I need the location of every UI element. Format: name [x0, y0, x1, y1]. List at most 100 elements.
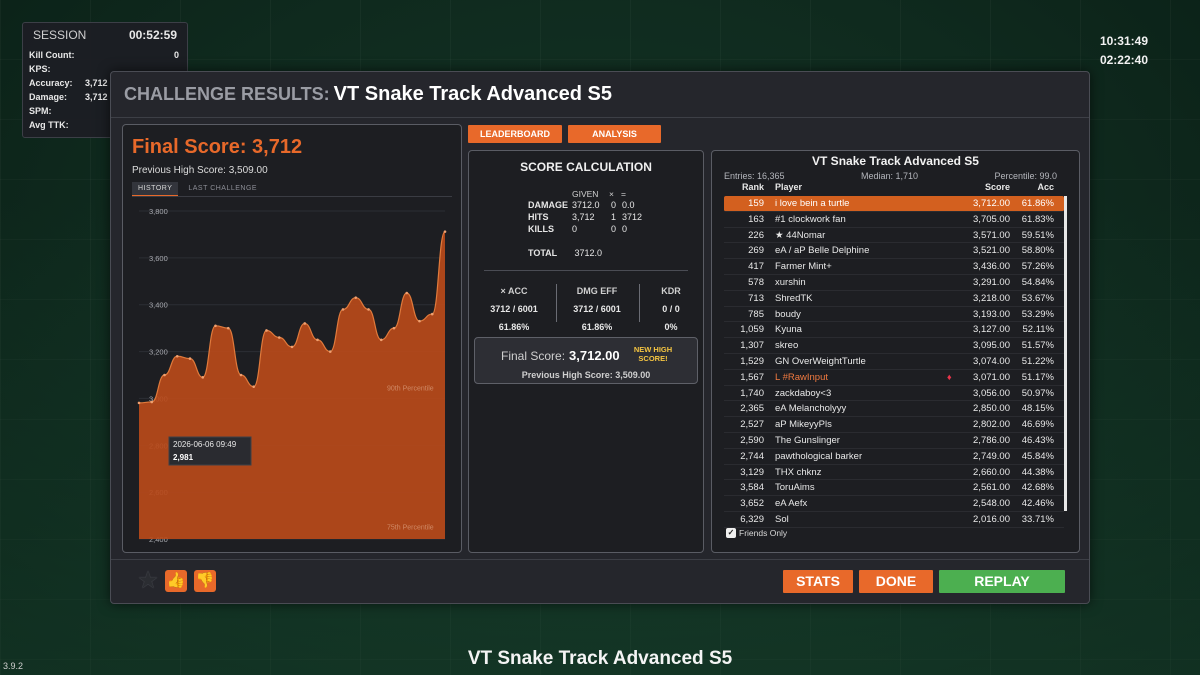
- acc-cell: 59.51%: [1021, 229, 1054, 241]
- leaderboard-row[interactable]: 226 ★ 44Nomar 3,571.00 59.51%: [724, 228, 1064, 244]
- session-stat-label: Damage:: [29, 92, 68, 102]
- tab-last-challenge[interactable]: LAST CHALLENGE: [182, 182, 263, 197]
- score-cell: 3,218.00: [973, 292, 1010, 304]
- leaderboard-row[interactable]: 417 Farmer Mint+ 3,436.00 57.26%: [724, 259, 1064, 275]
- leaderboard-row[interactable]: 2,527 aP MikeyyPls 2,802.00 46.69%: [724, 417, 1064, 433]
- leaderboard-row[interactable]: 1,307 skreo 3,095.00 51.57%: [724, 338, 1064, 354]
- leaderboard-row[interactable]: 2,744 pawthological barker 2,749.00 45.84%: [724, 449, 1064, 465]
- replay-button[interactable]: REPLAY: [939, 570, 1065, 593]
- score-cell: 3,095.00: [973, 340, 1010, 352]
- player-cell: eA Aefx: [775, 498, 808, 510]
- session-stat-label: Avg TTK:: [29, 120, 69, 130]
- leaderboard-row[interactable]: 2,365 eA Melancholyyy 2,850.00 48.15%: [724, 401, 1064, 418]
- friends-only-checkbox[interactable]: ✓: [726, 528, 736, 538]
- acc-cell: 46.69%: [1021, 419, 1054, 431]
- player-cell: Kyuna: [775, 324, 802, 336]
- score-calculation-title: SCORE CALCULATION: [520, 160, 652, 174]
- data-point: [265, 329, 268, 332]
- acc-cell: 51.22%: [1021, 355, 1054, 367]
- leaderboard-title: VT Snake Track Advanced S5: [812, 154, 979, 168]
- history-panel: Final Score: 3,712 Previous High Score: …: [122, 124, 462, 553]
- done-button[interactable]: DONE: [859, 570, 933, 593]
- player-cell: eA / aP Belle Delphine: [775, 245, 870, 257]
- calc-cell: HITS: [528, 212, 549, 222]
- favorite-star-icon[interactable]: ★: [137, 569, 159, 593]
- kdr-ratio: 0 / 0: [662, 304, 680, 314]
- equals-header: =: [621, 189, 626, 199]
- acc-cell: 46.43%: [1021, 434, 1054, 446]
- footer-divider: [111, 559, 1089, 560]
- leaderboard-row-current-player[interactable]: 159 i love bein a turtle 3,712.00 61.86%: [724, 196, 1064, 212]
- session-stat-value: 0: [173, 50, 179, 60]
- score-cell: 2,850.00: [973, 403, 1010, 415]
- session-stat-label: KPS:: [29, 64, 51, 74]
- leaderboard-row[interactable]: 713 ShredTK 3,218.00 53.67%: [724, 291, 1064, 307]
- acc-cell: 42.46%: [1021, 498, 1054, 510]
- final-score-label: Final Score:: [501, 349, 566, 363]
- acc-cell: 53.29%: [1021, 308, 1054, 320]
- leaderboard-row[interactable]: 1,567 L #RawInput 3,071.00 51.17% ♦: [724, 370, 1064, 386]
- calc-cell: 3,712: [572, 212, 595, 222]
- player-cell: ToruAims: [775, 482, 815, 494]
- multiply-header: ×: [609, 189, 614, 199]
- score-cell: 2,802.00: [973, 419, 1010, 431]
- rank-cell: 2,365: [740, 403, 764, 415]
- calc-cell: DAMAGE: [528, 200, 568, 210]
- data-point: [214, 324, 217, 328]
- rank-header: Rank: [741, 182, 764, 192]
- acc-cell: 44.38%: [1021, 466, 1054, 478]
- leaderboard-row[interactable]: 3,652 eA Aefx 2,548.00 42.46%: [724, 496, 1064, 512]
- leaderboard-row[interactable]: 3,129 THX chknz 2,660.00 44.38%: [724, 465, 1064, 481]
- leaderboard-row[interactable]: 1,740 zackdaboy<3 3,056.00 50.97%: [724, 386, 1064, 402]
- challenge-results-panel: CHALLENGE RESULTS: VT Snake Track Advance…: [110, 71, 1090, 604]
- calc-row-hits: HITS 3,712 1 3712: [528, 212, 652, 222]
- final-score-value: 3,712.00: [569, 348, 620, 363]
- leaderboard-row[interactable]: 1,059 Kyuna 3,127.00 52.11%: [724, 322, 1064, 339]
- acc-ratio: 3712 / 6001: [490, 304, 538, 314]
- data-point: [163, 373, 166, 377]
- leaderboard-row[interactable]: 1,529 GN OverWeightTurtle 3,074.00 51.22%: [724, 354, 1064, 370]
- scrollbar-thumb[interactable]: [1064, 196, 1067, 511]
- percentile-90-label: 90th Percentile: [387, 385, 434, 392]
- session-stat-row: Kill Count: 0: [23, 48, 187, 62]
- acc-cell: 33.71%: [1021, 513, 1054, 525]
- acc-cell: 51.57%: [1021, 340, 1054, 352]
- leaderboard-scrollbar[interactable]: [1064, 196, 1067, 511]
- percentile: Percentile: 99.0: [994, 171, 1057, 181]
- tab-analysis[interactable]: ANALYSIS: [568, 125, 661, 143]
- leaderboard-row[interactable]: 269 eA / aP Belle Delphine 3,521.00 58.80%: [724, 243, 1064, 260]
- data-point: [226, 326, 230, 330]
- stats-button[interactable]: STATS: [783, 570, 853, 593]
- previous-high-score: Previous High Score: 3,509.00: [132, 165, 268, 176]
- data-point: [175, 354, 179, 358]
- leaderboard-row[interactable]: 2,590 The Gunslinger 2,786.00 46.43%: [724, 433, 1064, 449]
- title-divider: [111, 117, 1089, 118]
- score-cell: 3,074.00: [973, 355, 1010, 367]
- data-point: [137, 401, 141, 405]
- leaderboard-row[interactable]: 3,584 ToruAims 2,561.00 42.68%: [724, 480, 1064, 497]
- tab-history[interactable]: HISTORY: [132, 182, 179, 197]
- score-cell: 3,436.00: [973, 261, 1010, 273]
- acc-cell: 54.84%: [1021, 276, 1054, 288]
- acc-cell: 52.11%: [1022, 324, 1054, 336]
- score-cell: 3,521.00: [973, 245, 1010, 257]
- data-point: [379, 338, 383, 342]
- thumbs-up-icon[interactable]: 👍: [165, 570, 187, 592]
- entries-count: Entries: 16,365: [724, 171, 785, 181]
- leaderboard-row[interactable]: 6,329 Sol 2,016.00 33.71%: [724, 512, 1064, 528]
- stat-divider: [556, 284, 557, 322]
- thumbs-down-icon[interactable]: 👎: [194, 570, 216, 592]
- leaderboard-row[interactable]: 578 xurshin 3,291.00 54.84%: [724, 275, 1064, 291]
- acc-cell: 51.17%: [1021, 371, 1054, 383]
- leaderboard-row[interactable]: 163 #1 clockwork fan 3,705.00 61.83%: [724, 212, 1064, 228]
- leaderboard-row[interactable]: 785 boudy 3,193.00 53.29%: [724, 307, 1064, 323]
- tab-leaderboard[interactable]: LEADERBOARD: [468, 125, 562, 143]
- score-calculation-panel: SCORE CALCULATION GIVEN × = DAMAGE 3712.0…: [468, 150, 704, 553]
- player-cell: #1 clockwork fan: [775, 213, 846, 225]
- data-point: [418, 319, 421, 323]
- calc-cell: 1: [611, 212, 617, 222]
- data-point: [430, 312, 434, 316]
- player-cell: The Gunslinger: [775, 434, 840, 446]
- score-cell: 2,660.00: [973, 466, 1010, 478]
- player-cell: xurshin: [775, 276, 806, 288]
